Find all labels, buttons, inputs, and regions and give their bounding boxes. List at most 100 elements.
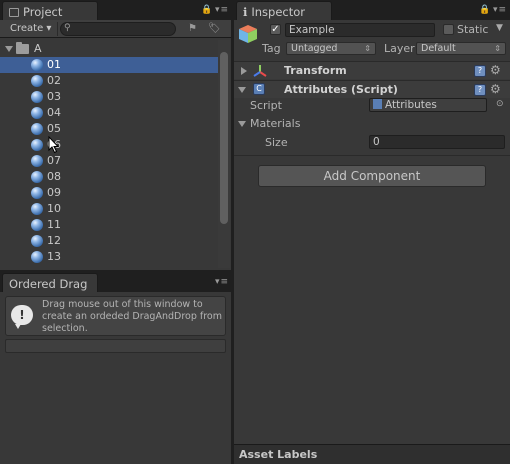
help-book-icon[interactable]: ? (474, 65, 486, 77)
transform-expand-icon[interactable] (241, 67, 247, 75)
ordered-drag-tabstrip: Ordered Drag ▾≡ (0, 272, 231, 292)
search-icon: ⚲ (64, 23, 71, 33)
tree-item-row[interactable]: 13 (0, 249, 218, 265)
tree-item-row[interactable]: 06 (0, 137, 218, 153)
sphere-asset-icon (31, 251, 43, 263)
gear-icon[interactable]: ⚙ (490, 82, 501, 96)
attributes-title: Attributes (Script) (284, 83, 398, 96)
layer-dropdown[interactable]: Default ⇕ (416, 42, 506, 55)
tree-item-row[interactable]: 07 (0, 153, 218, 169)
attributes-expand-icon[interactable] (238, 87, 246, 93)
info-bubble-icon: ! (11, 305, 33, 329)
static-label: Static (457, 23, 489, 36)
inspector-menu-icon[interactable]: ▾≡ (493, 5, 507, 15)
project-scrollbar[interactable] (218, 40, 230, 268)
asset-labels-bar[interactable]: Asset Labels (234, 444, 510, 464)
sphere-asset-icon (31, 91, 43, 103)
script-field[interactable]: Attributes (369, 98, 487, 112)
transform-component-header[interactable]: Transform ? ⚙ (234, 61, 510, 79)
tree-item-label: 08 (47, 170, 61, 183)
project-tab-icon (9, 8, 19, 17)
tree-item-row[interactable]: 02 (0, 73, 218, 89)
sphere-asset-icon (31, 155, 43, 167)
static-dropdown-icon[interactable]: ▼ (496, 23, 503, 33)
tree-item-label: 01 (47, 58, 61, 71)
static-checkbox[interactable] (443, 24, 454, 35)
tree-item-row[interactable]: 03 (0, 89, 218, 105)
folder-expand-icon[interactable] (5, 46, 13, 52)
script-icon: C (253, 83, 265, 95)
tree-item-label: 11 (47, 218, 61, 231)
project-tree: A 01 02 03 04 05 0607 08 09 10 11 12 13 (0, 40, 218, 268)
sphere-asset-icon (31, 203, 43, 215)
layer-value: Default (421, 43, 456, 54)
size-label: Size (265, 136, 288, 149)
help-book-icon[interactable]: ? (474, 84, 486, 96)
folder-icon (16, 42, 29, 54)
tab-inspector[interactable]: ℹ Inspector (236, 1, 332, 20)
chevron-updown-icon: ⇕ (364, 44, 371, 53)
project-toolbar: Create ▾ ⚲ ⚑ 🏷 (0, 20, 231, 38)
project-scrollbar-thumb[interactable] (220, 52, 228, 224)
drag-drop-field[interactable] (5, 339, 226, 353)
transform-axes-icon (253, 65, 267, 77)
sphere-asset-icon (31, 123, 43, 135)
search-input[interactable] (61, 24, 175, 37)
inspector-tabstrip: ℹ Inspector 🔒 ▾≡ (234, 0, 510, 20)
folder-name: A (34, 42, 42, 55)
ordered-drag-panel: Ordered Drag ▾≡ ! Drag mouse out of this… (0, 272, 231, 464)
script-value: Attributes (385, 99, 437, 111)
materials-expand-icon[interactable] (238, 121, 246, 127)
help-box: ! Drag mouse out of this window to creat… (5, 296, 226, 336)
gear-icon[interactable]: ⚙ (490, 63, 501, 77)
tree-item-row[interactable]: 08 (0, 169, 218, 185)
chevron-updown-icon: ⇕ (494, 44, 501, 53)
tree-item-label: 07 (47, 154, 61, 167)
script-label: Script (250, 99, 282, 112)
tree-item-row[interactable]: 10 (0, 201, 218, 217)
component-divider (234, 155, 510, 156)
tree-item-row[interactable]: 11 (0, 217, 218, 233)
sphere-asset-icon (31, 75, 43, 87)
sphere-asset-icon (31, 219, 43, 231)
tree-folder-row[interactable]: A (0, 41, 218, 57)
inspector-lock-icon[interactable]: 🔒 (479, 5, 491, 15)
sphere-asset-icon (31, 171, 43, 183)
tree-item-row[interactable]: 09 (0, 185, 218, 201)
sphere-asset-icon (31, 107, 43, 119)
filter-by-label-icon[interactable]: 🏷 (208, 23, 221, 34)
tree-item-row[interactable]: 01 (0, 57, 218, 73)
tag-label: Tag (262, 42, 281, 55)
help-text: Drag mouse out of this window to create … (42, 299, 222, 334)
active-checkbox[interactable]: ✓ (270, 24, 281, 35)
project-panel: Project 🔒 ▾≡ Create ▾ ⚲ ⚑ 🏷 A 01 02 03 04 05… (0, 0, 231, 270)
ordered-drag-menu-icon[interactable]: ▾≡ (215, 277, 229, 287)
transform-title: Transform (284, 64, 347, 77)
sphere-asset-icon (31, 59, 43, 71)
object-name-field[interactable]: Example (285, 23, 435, 37)
tree-item-label: 10 (47, 202, 61, 215)
layer-label: Layer (384, 42, 415, 55)
project-tab-label: Project (23, 5, 63, 19)
tab-ordered-drag[interactable]: Ordered Drag (2, 273, 98, 292)
tree-item-row[interactable]: 04 (0, 105, 218, 121)
attributes-component-header[interactable]: C Attributes (Script) ? ⚙ (234, 80, 510, 98)
tree-item-row[interactable]: 05 (0, 121, 218, 137)
tag-dropdown[interactable]: Untagged ⇕ (286, 42, 376, 55)
materials-label: Materials (250, 117, 301, 130)
tree-item-label: 05 (47, 122, 61, 135)
tree-item-label: 03 (47, 90, 61, 103)
tree-item-label: 12 (47, 234, 61, 247)
filter-by-type-icon[interactable]: ⚑ (188, 23, 197, 34)
mouse-cursor-icon (48, 136, 60, 154)
object-picker-icon[interactable]: ⊙ (496, 99, 504, 109)
size-field[interactable]: 0 (369, 135, 505, 149)
create-button[interactable]: Create ▾ (4, 22, 59, 36)
sphere-asset-icon (31, 187, 43, 199)
add-component-button[interactable]: Add Component (258, 165, 486, 187)
project-lock-icon[interactable]: 🔒 (201, 5, 213, 15)
tab-project[interactable]: Project (2, 1, 98, 20)
project-menu-icon[interactable]: ▾≡ (215, 5, 229, 15)
asset-labels-title: Asset Labels (239, 448, 318, 461)
tree-item-row[interactable]: 12 (0, 233, 218, 249)
